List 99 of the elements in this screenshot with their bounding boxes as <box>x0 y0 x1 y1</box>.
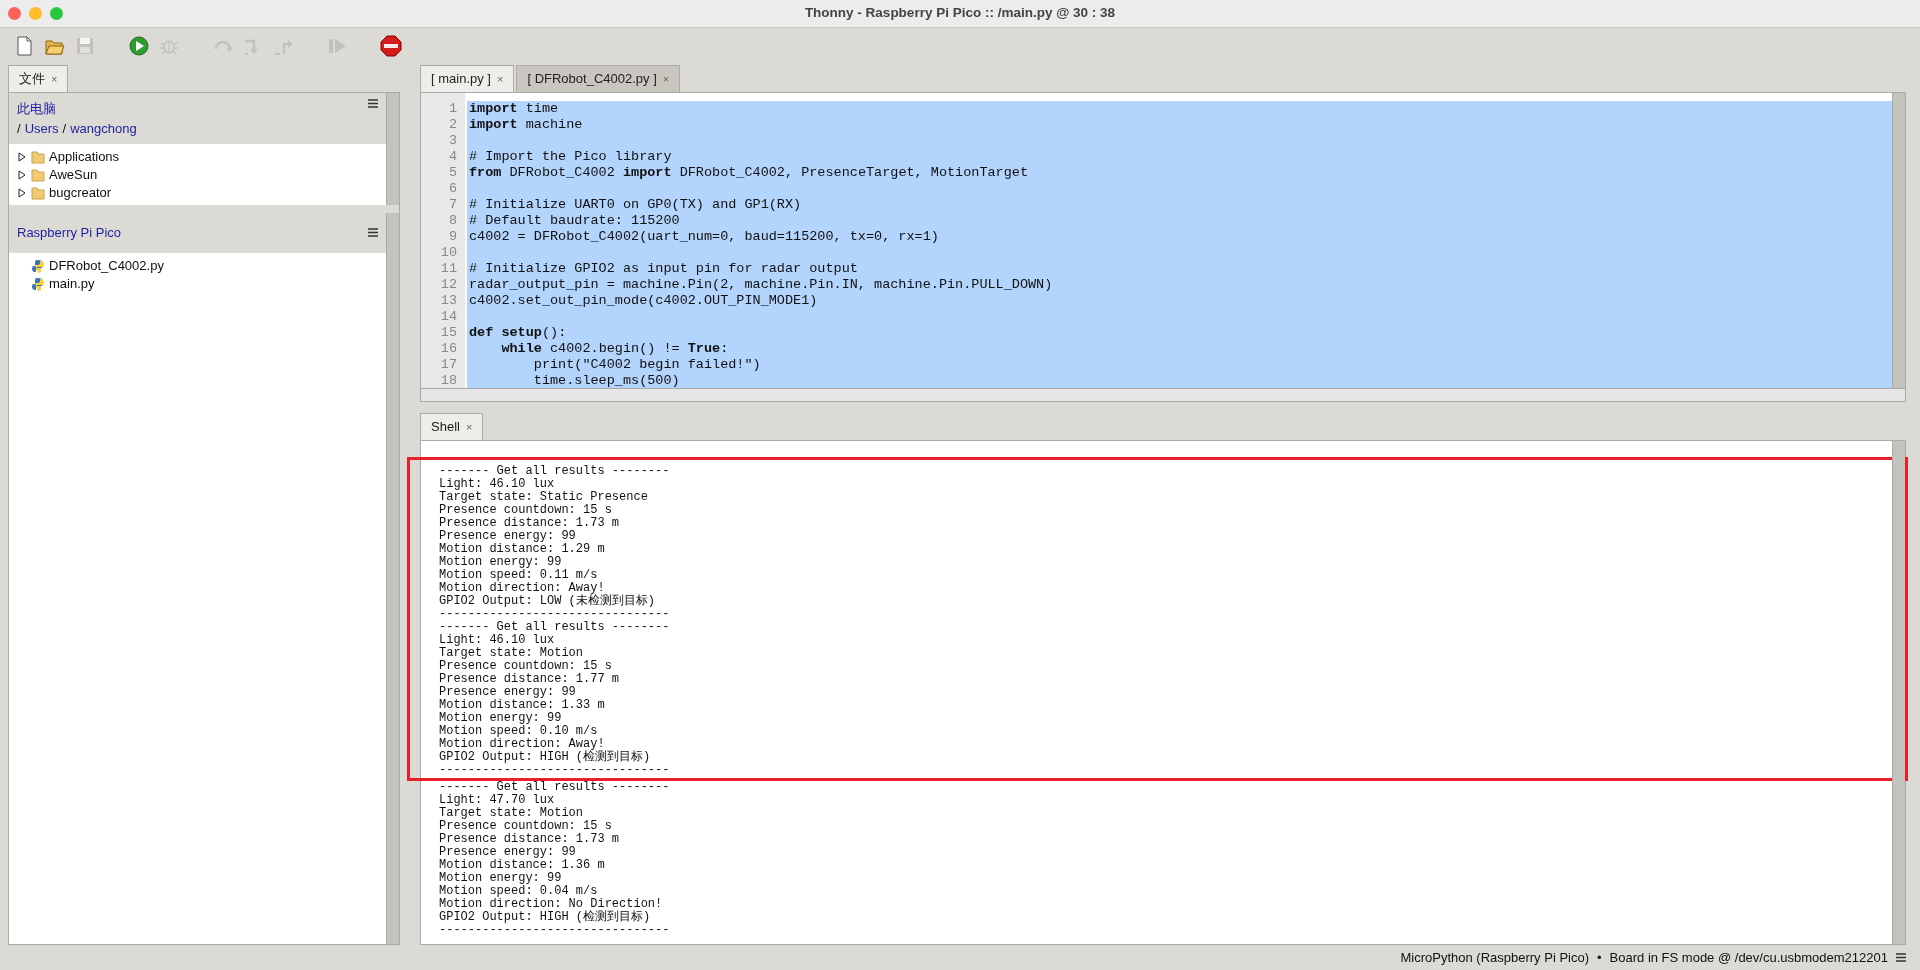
path-separator: / <box>17 119 21 138</box>
output-line: -------------------------------- <box>438 764 671 777</box>
line-number: 3 <box>447 133 457 149</box>
window-title: Thonny - Raspberry Pi Pico :: /main.py @ 30 : 38 <box>804 5 1116 21</box>
scrollbar[interactable] <box>1892 93 1905 389</box>
output-line: Presence energy: 99 <box>438 530 577 543</box>
zoom-button[interactable] <box>50 7 63 20</box>
folder-name[interactable]: Applications <box>49 147 120 167</box>
line-number: 13 <box>439 293 457 309</box>
line-number: 12 <box>439 277 457 293</box>
output-line: ------- Get all results -------- <box>438 621 671 634</box>
close-tab-icon[interactable]: × <box>662 72 670 85</box>
line-number: 5 <box>447 165 457 181</box>
output-line: Motion direction: No Direction! <box>438 898 664 911</box>
line-number: 2 <box>447 117 457 133</box>
output-line: Motion speed: 0.04 m/s <box>438 885 599 898</box>
output-line: Motion energy: 99 <box>438 712 563 725</box>
output-line: -------------------------------- <box>438 608 671 621</box>
close-tab-icon[interactable]: × <box>465 420 473 433</box>
pane-splitter[interactable] <box>9 205 399 213</box>
scrollbar[interactable] <box>386 93 399 205</box>
tab[interactable]: Shell × <box>420 412 484 440</box>
interpreter-label[interactable]: MicroPython (Raspberry Pi Pico) <box>1400 947 1589 968</box>
output-line: -------------------------------- <box>438 924 671 937</box>
expand-icon[interactable] <box>17 152 27 162</box>
section-title: 此电脑 <box>17 100 57 118</box>
line-number: 17 <box>439 357 457 373</box>
line-number: 6 <box>447 181 457 197</box>
output-line: GPIO2 Output: LOW (未检测到目标) <box>438 595 657 608</box>
line-number: 16 <box>439 341 457 357</box>
separator-dot: • <box>1597 948 1602 967</box>
line-number: 8 <box>447 213 457 229</box>
output-line: Presence countdown: 15 s <box>438 660 613 673</box>
play-icon <box>128 35 150 57</box>
menu-icon[interactable] <box>1896 953 1906 962</box>
line-number: 7 <box>447 197 457 213</box>
output-line: Presence energy: 99 <box>438 686 577 699</box>
folder-name[interactable]: bugcreator <box>49 183 112 203</box>
minimize-button[interactable] <box>29 7 42 20</box>
scrollbar[interactable] <box>421 388 1905 401</box>
port-label[interactable]: Board in FS mode @ /dev/cu.usbmodem212201 <box>1609 947 1888 968</box>
expand-icon[interactable] <box>17 188 27 198</box>
output-line: Presence distance: 1.73 m <box>438 833 621 846</box>
stop-sign-icon <box>380 35 402 57</box>
python-file-icon <box>31 276 45 291</box>
output-line: Target state: Motion <box>438 647 585 660</box>
close-button[interactable] <box>8 7 21 20</box>
path-link[interactable]: Users <box>24 118 59 138</box>
scrollbar[interactable] <box>1892 441 1905 944</box>
output-line: ------- Get all results -------- <box>438 465 671 478</box>
output-line: Light: 47.70 lux <box>438 794 556 807</box>
line-number: 9 <box>447 229 457 245</box>
path-link[interactable]: wangchong <box>70 118 137 138</box>
output-line: Presence distance: 1.73 m <box>438 517 621 530</box>
python-file-icon <box>31 258 45 273</box>
folder-icon <box>31 168 45 182</box>
output-line: GPIO2 Output: HIGH (检测到目标) <box>438 911 652 924</box>
close-tab-icon[interactable]: × <box>51 72 58 85</box>
output-line: Presence countdown: 15 s <box>438 504 613 517</box>
output-line: Motion direction: Away! <box>438 738 606 751</box>
output-line: Presence countdown: 15 s <box>438 820 613 833</box>
file-name[interactable]: DFRobot_C4002.py <box>49 255 164 276</box>
folder-icon <box>31 150 45 164</box>
output-line: ------- Get all results -------- <box>438 781 671 794</box>
line-number: 1 <box>447 101 457 117</box>
output-line: Light: 46.10 lux <box>438 634 556 647</box>
output-line: Motion distance: 1.36 m <box>438 859 606 872</box>
output-line: Target state: Motion <box>438 807 585 820</box>
expand-icon[interactable] <box>17 170 27 180</box>
output-line: Motion speed: 0.11 m/s <box>438 569 599 582</box>
line-number: 11 <box>439 261 457 277</box>
tab[interactable]: [ DFRobot_C4002.py ] × <box>516 64 681 92</box>
line-number: 10 <box>439 245 457 261</box>
path-separator: / <box>62 119 67 138</box>
output-line: Motion energy: 99 <box>438 556 563 569</box>
output-line: Motion direction: Away! <box>438 582 606 595</box>
output-line: GPIO2 Output: HIGH (检测到目标) <box>438 751 652 764</box>
line-number: 14 <box>439 309 457 325</box>
section-title: Raspberry Pi Pico <box>17 224 122 242</box>
scrollbar[interactable] <box>386 213 399 944</box>
line-number: 15 <box>439 325 457 341</box>
line-number: 18 <box>439 373 457 389</box>
output-line: Motion distance: 1.29 m <box>438 543 606 556</box>
output-line: Motion distance: 1.33 m <box>438 699 606 712</box>
tab[interactable]: 文件 × <box>8 64 69 92</box>
output-line: Light: 46.10 lux <box>438 478 556 491</box>
line-number: 4 <box>447 149 457 165</box>
close-tab-icon[interactable]: × <box>496 72 504 85</box>
output-line: Motion energy: 99 <box>438 872 563 885</box>
output-line: Target state: Static Presence <box>438 491 649 504</box>
file-name[interactable]: main.py <box>49 273 95 294</box>
folder-name[interactable]: AweSun <box>49 165 98 185</box>
output-line: Presence distance: 1.77 m <box>438 673 621 686</box>
folder-icon <box>31 186 45 200</box>
menu-icon[interactable] <box>368 228 378 238</box>
output-line: Presence energy: 99 <box>438 846 577 859</box>
menu-icon[interactable] <box>368 99 378 108</box>
output-line: Motion speed: 0.10 m/s <box>438 725 599 738</box>
tab[interactable]: [ main.py ] × <box>420 64 515 92</box>
